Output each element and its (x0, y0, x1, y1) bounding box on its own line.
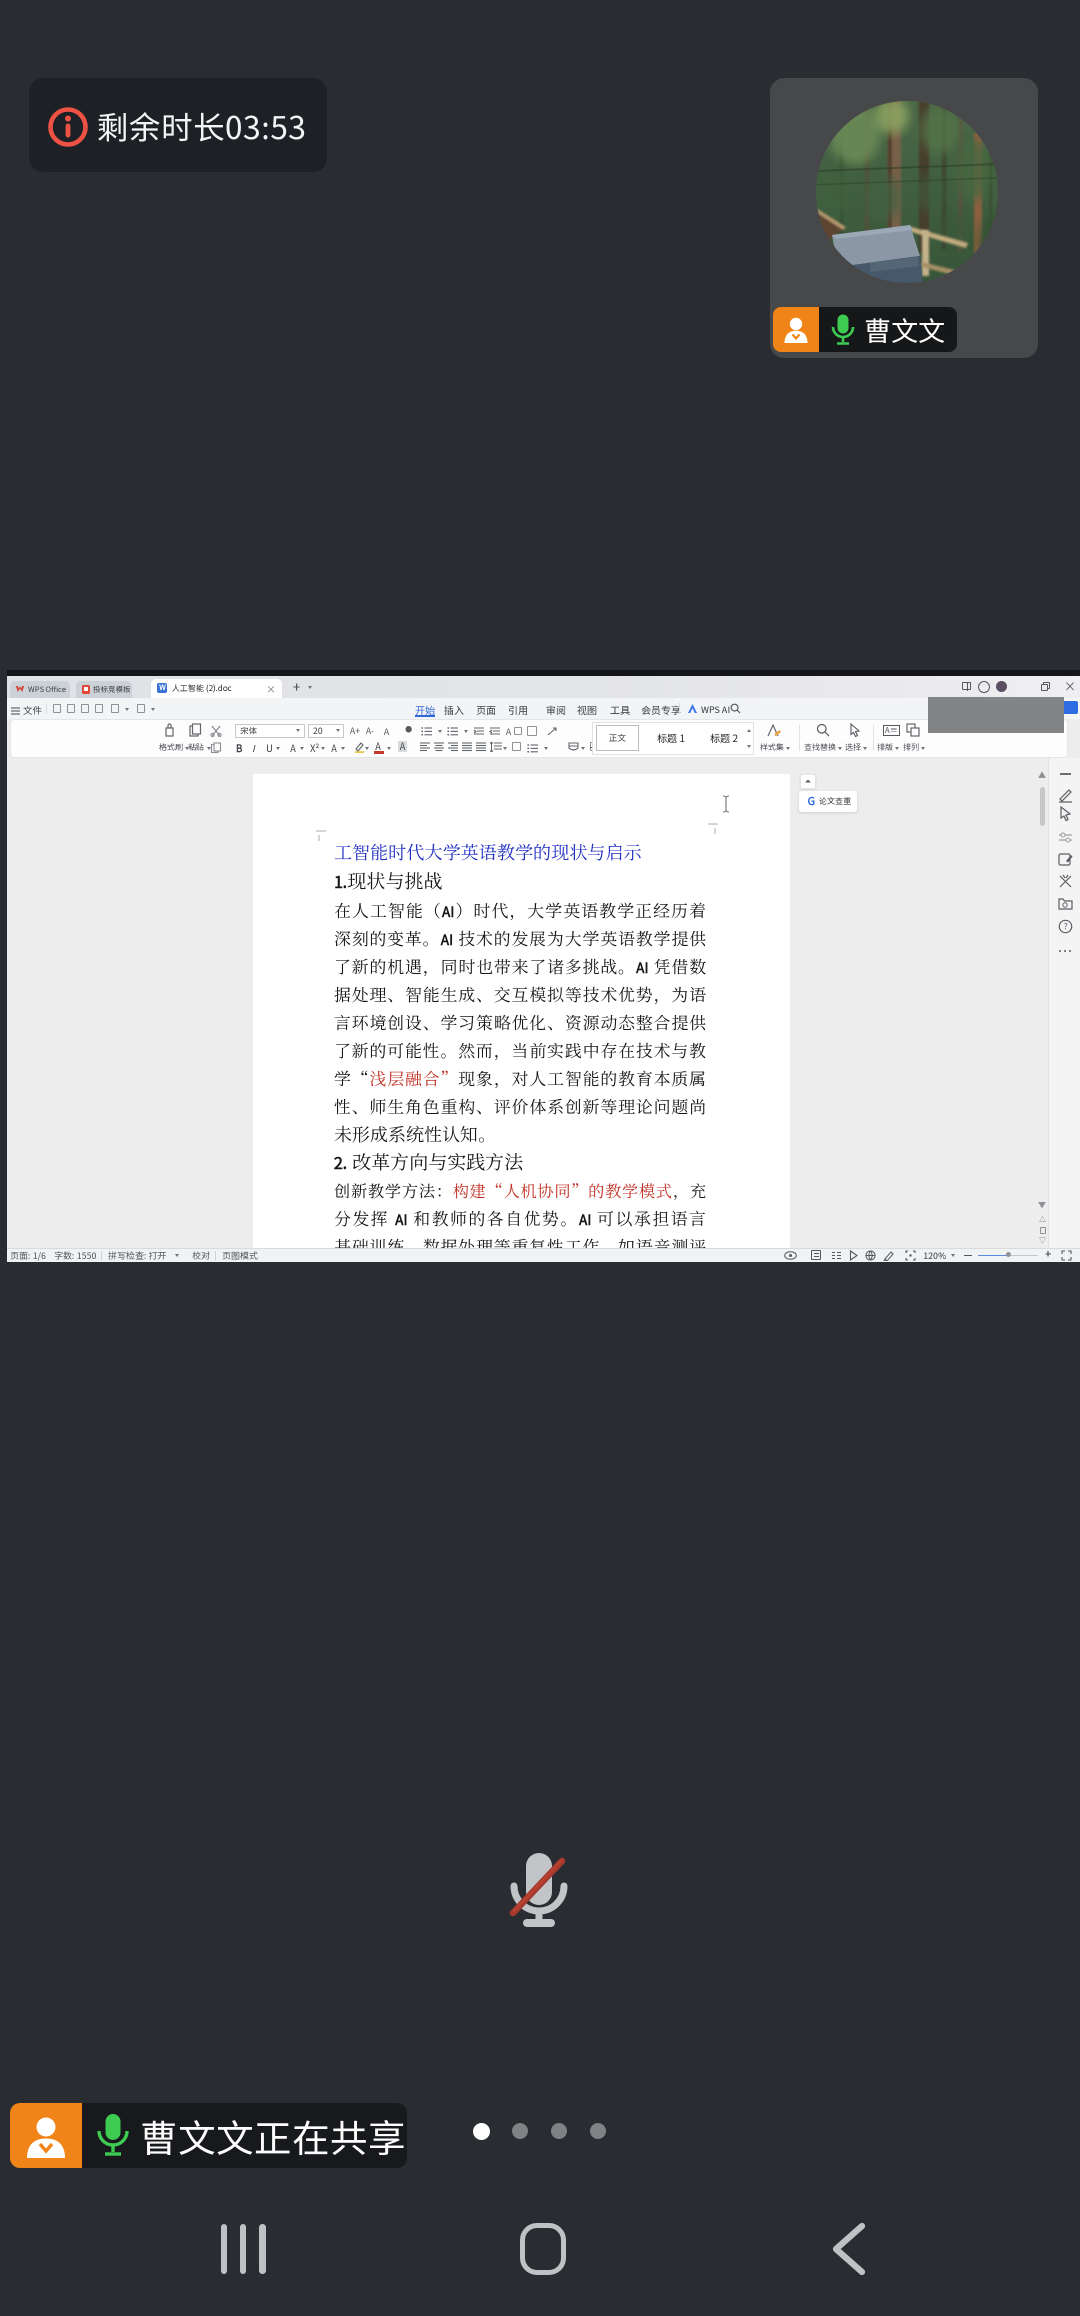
svg-text:?: ? (1063, 921, 1067, 933)
